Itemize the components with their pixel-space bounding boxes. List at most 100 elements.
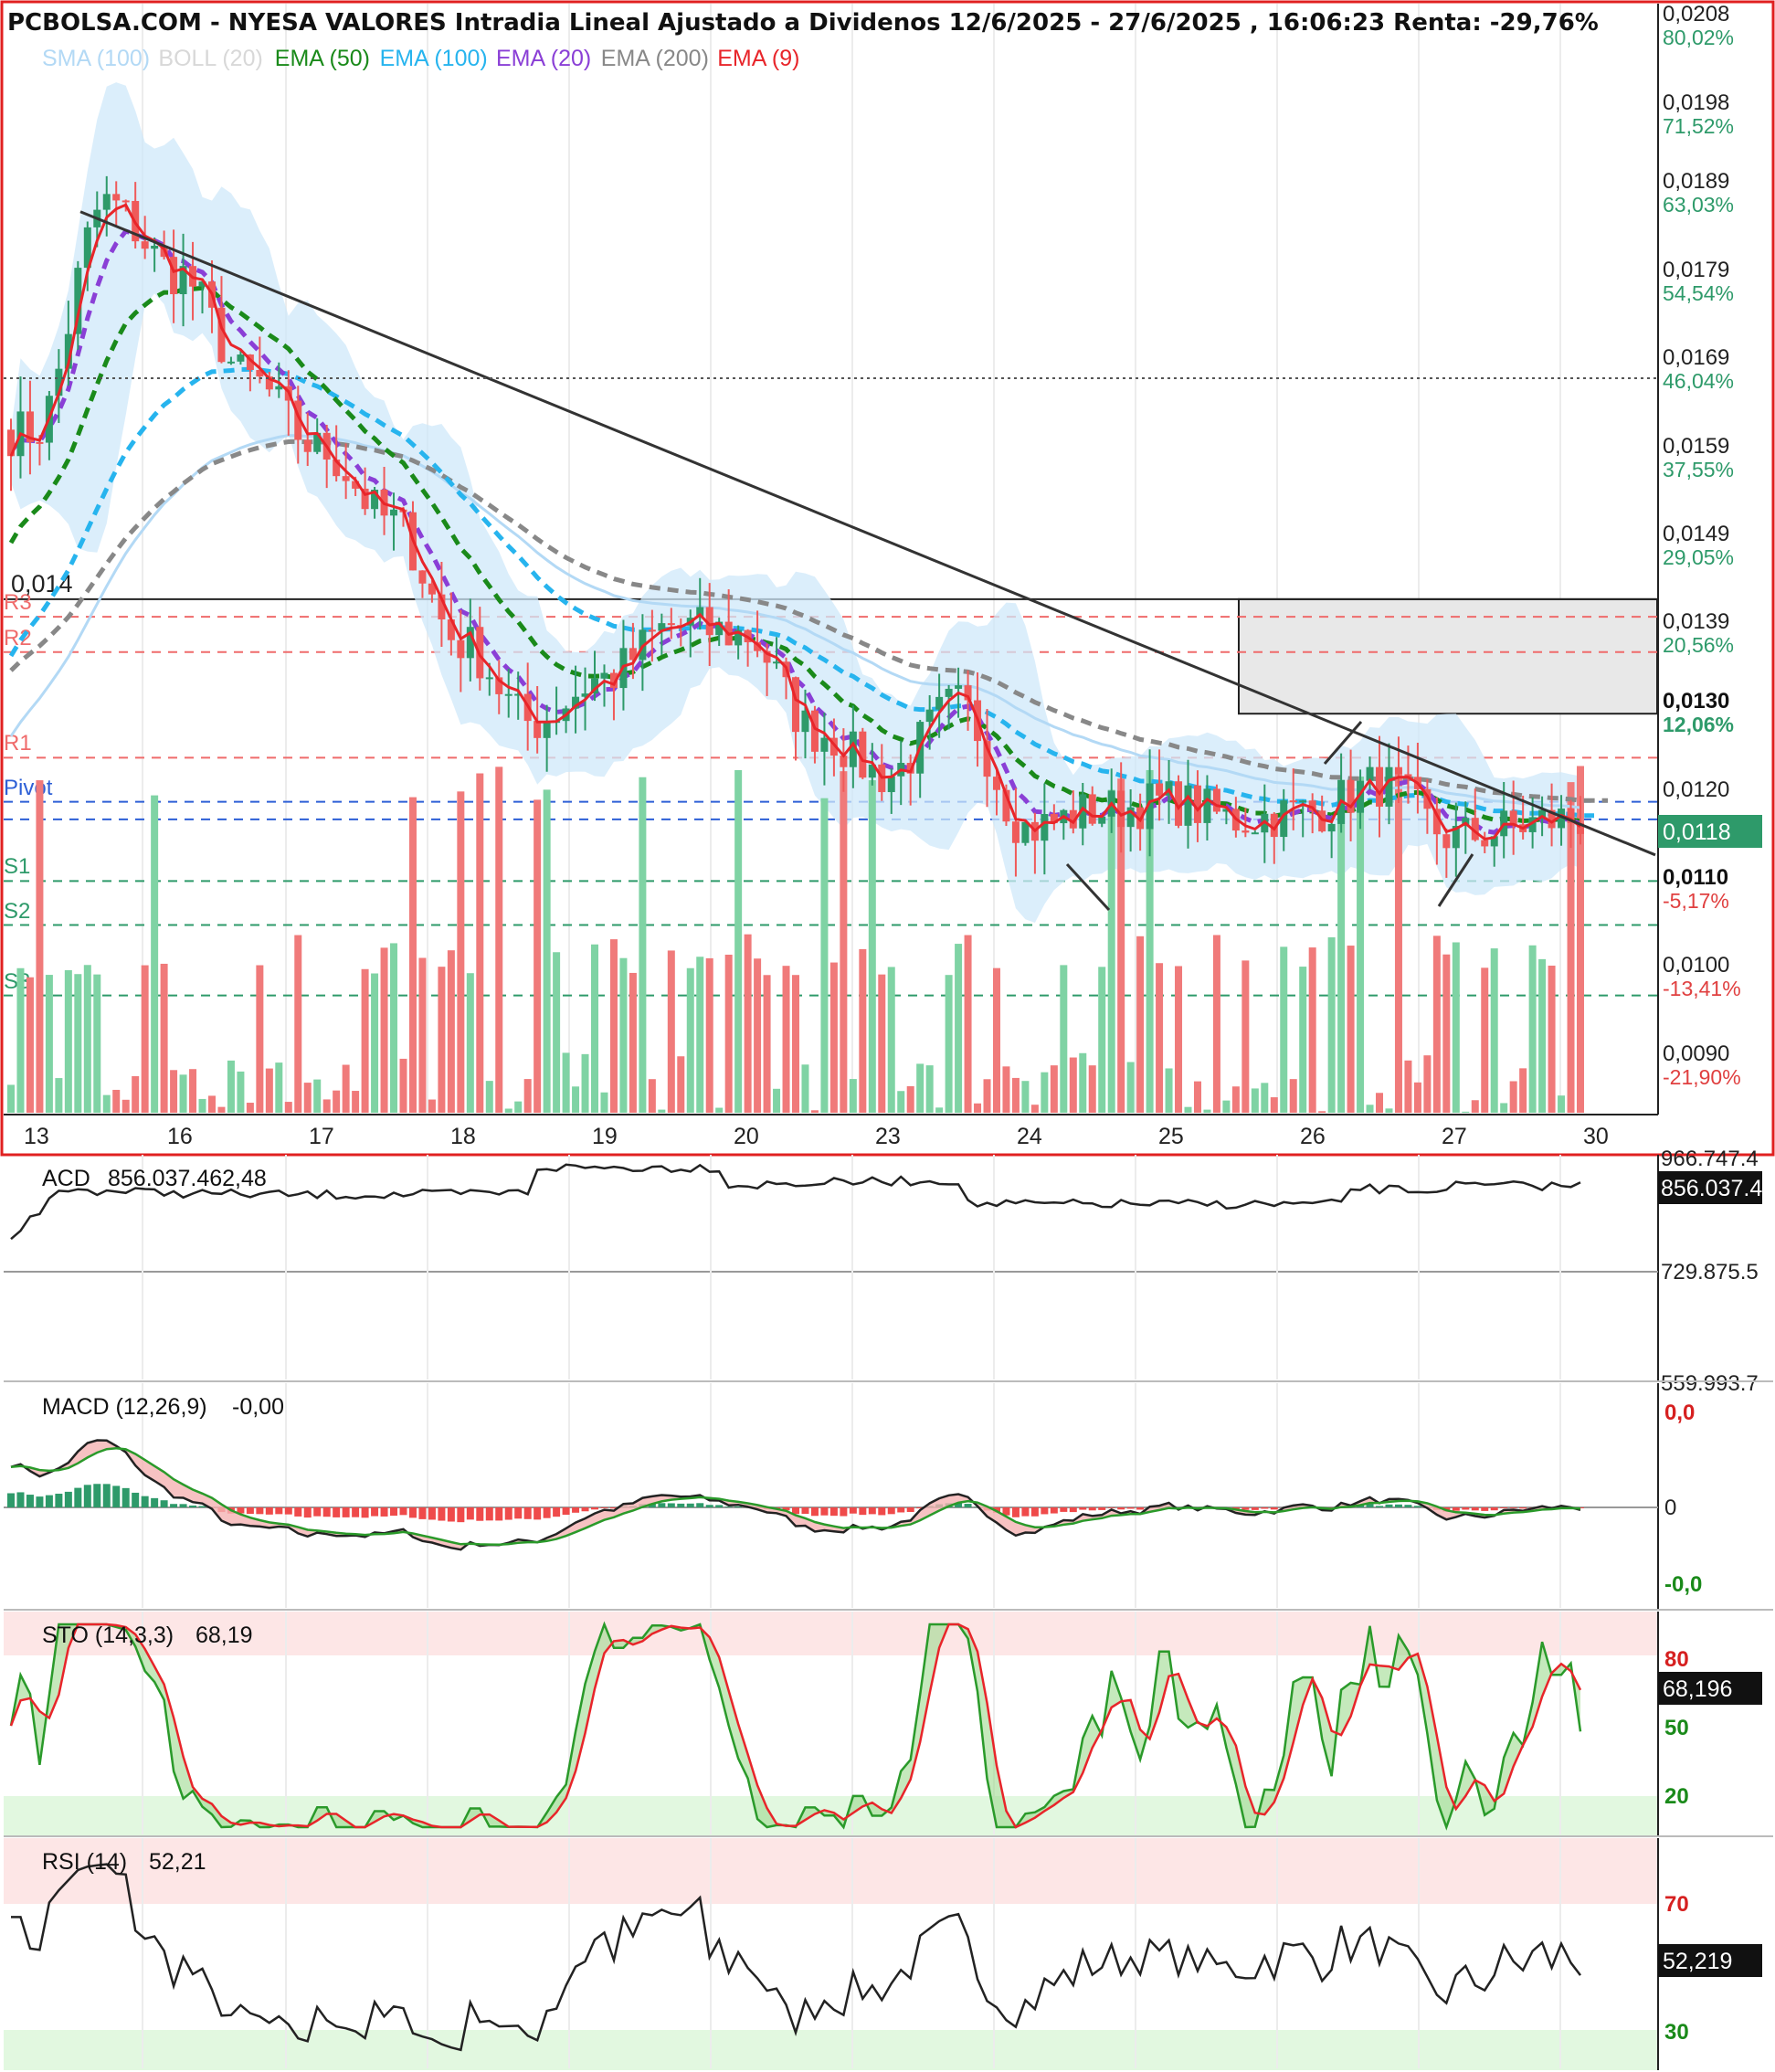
macd-histogram-bar — [1452, 1507, 1460, 1511]
volume-bar — [399, 1058, 407, 1113]
volume-bar — [581, 1053, 589, 1113]
candle — [1011, 821, 1020, 843]
chart-canvas: R3R2R1PivotS1S2S30,014 0,020880,02%0,019… — [0, 0, 1775, 2070]
rsi-value: 52,21 — [149, 1849, 206, 1875]
candle — [227, 361, 235, 364]
candle — [600, 672, 608, 679]
volume-bar — [534, 799, 542, 1113]
volume-bar — [371, 973, 379, 1113]
candle — [36, 441, 44, 444]
level-label-r1: R1 — [4, 731, 32, 756]
volume-bar — [1193, 1081, 1201, 1113]
volume-bar — [361, 968, 369, 1113]
volume-bar — [916, 1063, 924, 1113]
macd-histogram-bar — [102, 1484, 111, 1507]
macd-histogram-bar — [1117, 1507, 1125, 1510]
volume-bar — [1098, 967, 1106, 1113]
price-axis-label: 0,0090 — [1663, 1041, 1729, 1066]
x-axis-label: 30 — [1583, 1124, 1609, 1149]
volume-bar — [352, 1091, 360, 1113]
candle — [485, 677, 493, 680]
volume-bar — [1136, 936, 1145, 1113]
acd-axis-bot: 559.993.7 — [1661, 1371, 1759, 1396]
macd-histogram-bar — [543, 1507, 551, 1518]
volume-bar — [1376, 1093, 1384, 1113]
volume-bar — [1519, 1068, 1527, 1113]
macd-title: MACD (12,26,9) — [42, 1394, 207, 1420]
macd-histogram-bar — [1079, 1507, 1087, 1510]
macd-histogram-bar — [1069, 1507, 1077, 1513]
macd-histogram-bar — [1107, 1507, 1115, 1508]
candle — [1481, 840, 1489, 847]
macd-histogram-bar — [677, 1503, 685, 1507]
macd-histogram-bar — [504, 1507, 512, 1520]
macd-histogram-bar — [151, 1497, 159, 1507]
macd-histogram-bar — [390, 1507, 398, 1517]
macd-histogram-bar — [801, 1507, 809, 1515]
volume-bar — [1308, 947, 1316, 1113]
macd-histogram-bar — [1490, 1507, 1498, 1511]
macd-histogram-bar — [265, 1507, 273, 1515]
macd-histogram-bar — [906, 1507, 914, 1513]
macd-histogram-bar — [829, 1507, 838, 1517]
volume-bar — [466, 973, 474, 1113]
candle — [1184, 785, 1192, 826]
acd-panel: ACD 856.037.462,48 966.747.4 729.875.5 5… — [4, 1147, 1773, 1396]
macd-histogram-bar — [553, 1507, 561, 1517]
macd-histogram-bar — [686, 1503, 694, 1507]
volume-bar — [1442, 954, 1451, 1113]
x-axis-label: 17 — [309, 1124, 334, 1149]
legend-item: EMA (20) — [496, 46, 591, 71]
macd-histogram-bar — [859, 1507, 867, 1516]
volume-bar — [1231, 1086, 1240, 1113]
volume-bar — [992, 967, 1000, 1113]
volume-bar — [887, 967, 895, 1113]
price-axis-label: 0,0130 — [1663, 689, 1729, 714]
macd-histogram-bar — [399, 1507, 407, 1516]
macd-histogram-bar — [198, 1506, 206, 1507]
volume-bar — [906, 1085, 914, 1113]
volume-bar — [390, 943, 398, 1113]
rsi-panel: RSI (14) 52,21 70 30 52,219 — [4, 1838, 1762, 2070]
volume-bar — [591, 944, 599, 1113]
volume-bar — [457, 791, 465, 1113]
macd-histogram-bar — [840, 1507, 848, 1517]
resistance-box-zone — [1238, 597, 1658, 715]
volume-bar — [476, 773, 484, 1113]
macd-histogram-bar — [897, 1507, 905, 1513]
volume-bar — [658, 1109, 666, 1113]
candle — [390, 509, 398, 516]
macd-histogram-bar — [581, 1507, 589, 1512]
volume-bar — [1280, 946, 1288, 1113]
level-label-s2: S2 — [4, 899, 30, 924]
acd-badge-label: 856.037.4 — [1661, 1176, 1762, 1201]
sto-axis-80: 80 — [1664, 1647, 1689, 1672]
level-label-r2: R2 — [4, 626, 32, 650]
volume-bar — [303, 1083, 312, 1113]
sto-axis-20: 20 — [1664, 1784, 1689, 1809]
candle — [955, 685, 963, 689]
volume-bar — [1452, 942, 1460, 1113]
volume-bar — [619, 957, 628, 1113]
acd-axis-mid: 729.875.5 — [1661, 1260, 1759, 1284]
volume-bar — [763, 975, 771, 1113]
volume-bar — [609, 939, 618, 1113]
volume-bar — [26, 977, 34, 1113]
candle — [418, 570, 427, 584]
price-axis-label: 0,0139 — [1663, 609, 1729, 634]
volume-bar — [1432, 936, 1441, 1113]
macd-histogram-bar — [1519, 1507, 1527, 1509]
volume-bar — [227, 1060, 235, 1113]
volume-bar — [1126, 1062, 1135, 1113]
volume-bar — [1481, 967, 1489, 1113]
volume-bar — [983, 1079, 991, 1113]
macd-histogram-bar — [705, 1505, 713, 1507]
macd-histogram-bar — [1088, 1507, 1096, 1511]
volume-bar — [810, 1110, 819, 1113]
macd-histogram-bar — [1261, 1507, 1269, 1509]
macd-histogram-bar — [256, 1507, 264, 1515]
macd-histogram-bar — [868, 1507, 876, 1515]
volume-bar — [1261, 1083, 1269, 1113]
volume-bar — [849, 1079, 857, 1113]
volume-bar — [820, 798, 829, 1113]
